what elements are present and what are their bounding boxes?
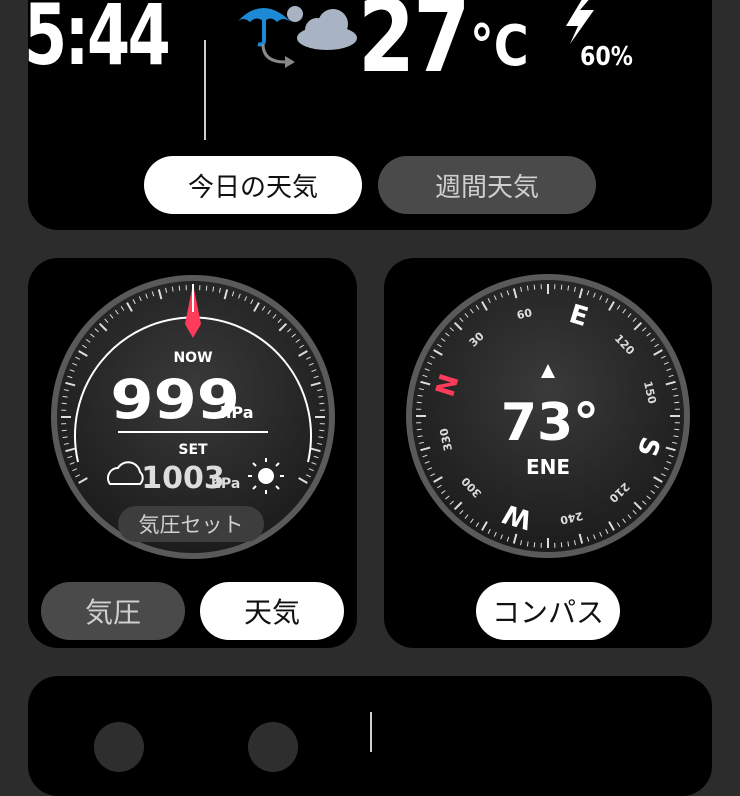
now-pressure-unit: hPa <box>220 403 253 422</box>
dial-tick <box>674 429 679 430</box>
tab-today-weather[interactable]: 今日の天気 <box>144 156 362 214</box>
dial-tick <box>561 542 562 547</box>
divider <box>204 40 206 140</box>
dial-tick <box>534 542 535 547</box>
compass-heading: 73° <box>501 393 599 453</box>
dial-tick <box>674 402 679 403</box>
compass-direction: ENE <box>526 455 570 479</box>
dial-tick <box>561 285 562 290</box>
tab-weekly-weather[interactable]: 週間天気 <box>378 156 596 214</box>
tab-weather[interactable]: 天気 <box>200 582 344 640</box>
compass-dial: NESW3060120150210240300330 73° ENE <box>404 272 692 560</box>
dial-tick <box>417 402 422 403</box>
dial-tick <box>62 403 67 404</box>
bottom-divider <box>370 712 372 752</box>
dial-tick <box>319 403 324 404</box>
lightning-icon <box>558 0 598 48</box>
dial-tick <box>417 429 422 430</box>
dial-tick <box>62 430 67 431</box>
dial-tick <box>206 286 207 291</box>
now-label: NOW <box>173 350 212 366</box>
dial-tick <box>319 430 324 431</box>
temperature-value: 27 <box>358 0 469 95</box>
rain-to-cloudy-icon <box>233 0 363 74</box>
dial-tick <box>534 285 535 290</box>
tab-barometer[interactable]: 気圧 <box>41 582 185 640</box>
compass-button[interactable]: コンパス <box>476 582 620 640</box>
dial-tick <box>179 286 180 291</box>
sunrise-icon <box>94 722 144 772</box>
barometer-set-button[interactable]: 気圧セット <box>118 506 264 542</box>
current-time: 5:44 <box>24 0 168 84</box>
set-pressure-unit: hPa <box>211 476 240 492</box>
temperature-unit: °C <box>470 14 529 79</box>
humidity-value: 60% <box>580 42 633 72</box>
sunset-icon <box>248 722 298 772</box>
set-label: SET <box>178 442 208 458</box>
